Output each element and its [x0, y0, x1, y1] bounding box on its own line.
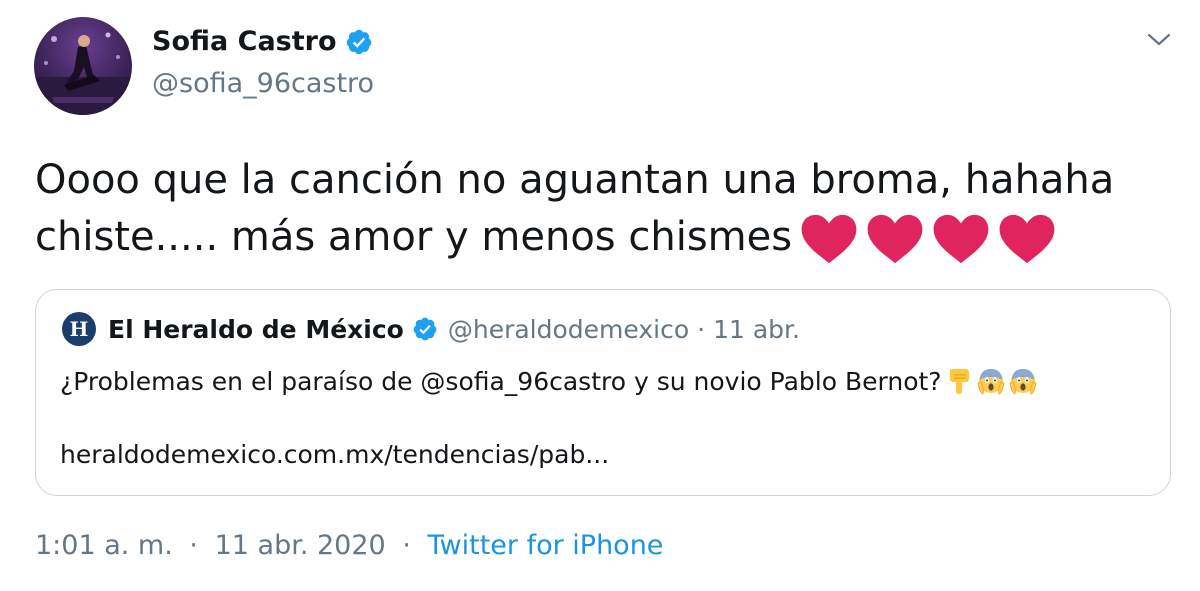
quoted-author-name[interactable]: El Heraldo de México [108, 315, 404, 344]
footer-separator: · [189, 530, 198, 561]
tweet-text-line-1: Oooo que la canción no aguantan una brom… [35, 157, 1115, 203]
quoted-tweet-header: H El Heraldo de México @heraldodemexico … [62, 312, 800, 346]
tweet-footer: 1:01 a. m. · 11 abr. 2020 · Twitter for … [35, 530, 663, 561]
quoted-tweet-link[interactable]: heraldodemexico.com.mx/tendencias/pab... [60, 440, 609, 469]
tweet-time[interactable]: 1:01 a. m. [35, 530, 173, 561]
tweet-card: Sofia Castro @sofia_96castro Oooo que la… [0, 0, 1200, 591]
hearts-group [800, 213, 1056, 265]
quoted-author-handle[interactable]: @heraldodemexico [448, 315, 689, 344]
red-heart-icon [801, 214, 857, 264]
quoted-avatar-logo[interactable]: H [62, 312, 96, 346]
quoted-meta-separator: · [697, 314, 706, 344]
chevron-down-icon[interactable] [1146, 30, 1172, 50]
face-screaming-in-fear-icon [977, 369, 1005, 395]
tweet-source-link[interactable]: Twitter for iPhone [428, 530, 664, 561]
author-name-row: Sofia Castro [152, 26, 373, 57]
red-heart-icon [933, 214, 989, 264]
quoted-tweet[interactable]: H El Heraldo de México @heraldodemexico … [35, 289, 1171, 496]
red-heart-icon [867, 214, 923, 264]
face-screaming-in-fear-icon [1009, 369, 1037, 395]
backhand-index-pointing-down-icon [949, 369, 969, 394]
red-heart-icon [999, 214, 1055, 264]
verified-badge-icon [413, 317, 437, 341]
quoted-tweet-text: ¿Problemas en el paraíso de @sofia_96cas… [60, 366, 1038, 396]
avatar[interactable] [34, 17, 132, 115]
author-handle[interactable]: @sofia_96castro [152, 68, 374, 99]
tweet-date[interactable]: 11 abr. 2020 [215, 530, 386, 561]
tweet-text: Oooo que la canción no aguantan una brom… [35, 152, 1175, 266]
footer-separator: · [402, 530, 411, 561]
tweet-text-line-2-words: chiste..... más amor y menos chismes [35, 214, 793, 260]
author-name[interactable]: Sofia Castro [152, 26, 337, 57]
quoted-tweet-text-words: ¿Problemas en el paraíso de @sofia_96cas… [60, 366, 942, 396]
tweet-text-line-2: chiste..... más amor y menos chismes [35, 209, 1175, 266]
verified-badge-icon [346, 29, 371, 54]
quoted-date[interactable]: 11 abr. [713, 315, 800, 344]
